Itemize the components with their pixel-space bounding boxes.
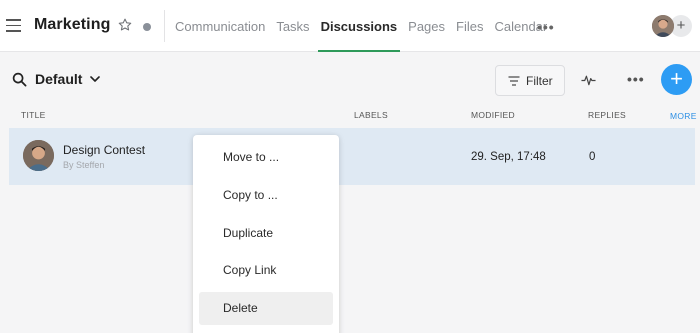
more-tabs-button[interactable]: ••• (537, 19, 555, 35)
menu-item-delete[interactable]: Delete (199, 292, 333, 325)
avatar (23, 140, 54, 171)
view-filter-selector[interactable]: Default (35, 71, 82, 87)
tab-tasks[interactable]: Tasks (276, 0, 309, 52)
workspace-title: Marketing (34, 16, 111, 33)
activity-pulse-icon[interactable] (581, 73, 596, 87)
tab-discussions[interactable]: Discussions (317, 0, 400, 52)
menu-item-copy-to[interactable]: Copy to ... (199, 179, 333, 212)
status-dot-icon (143, 23, 151, 31)
discussion-title[interactable]: Design Contest (63, 143, 145, 157)
add-discussion-button[interactable]: + (661, 64, 692, 95)
filter-button-label: Filter (526, 74, 553, 88)
column-header-replies[interactable]: REPLIES (588, 110, 626, 120)
column-header-modified[interactable]: MODIFIED (471, 110, 515, 120)
header-divider (164, 10, 165, 42)
column-header-title[interactable]: TITLE (21, 110, 46, 120)
tab-pages[interactable]: Pages (408, 0, 445, 52)
menu-item-move-to[interactable]: Move to ... (199, 141, 333, 174)
author-avatar-icon (23, 140, 54, 171)
discussion-modified: 29. Sep, 17:48 (471, 151, 546, 163)
hamburger-menu-icon[interactable] (6, 19, 21, 32)
avatar[interactable] (652, 15, 674, 37)
discussion-author: By Steffen (63, 160, 105, 170)
table-row[interactable]: Design Contest By Steffen 29. Sep, 17:48… (9, 128, 695, 185)
tab-files[interactable]: Files (456, 0, 483, 52)
user-avatar-icon (652, 15, 674, 37)
search-icon[interactable] (12, 72, 27, 87)
filter-button[interactable]: Filter (495, 65, 565, 96)
more-options-button[interactable]: ••• (627, 71, 645, 87)
section-tabs: Communication Tasks Discussions Pages Fi… (175, 0, 558, 52)
menu-item-duplicate[interactable]: Duplicate (199, 217, 333, 250)
tab-communication[interactable]: Communication (175, 0, 265, 52)
menu-item-copy-link[interactable]: Copy Link (199, 254, 333, 287)
star-icon[interactable] (117, 17, 133, 33)
context-menu: Move to ... Copy to ... Duplicate Copy L… (193, 135, 339, 333)
top-bar: Marketing Communication Tasks Discussion… (0, 0, 700, 52)
chevron-down-icon[interactable] (90, 75, 100, 83)
filter-lines-icon (508, 76, 520, 86)
column-more-link[interactable]: MORE (670, 111, 697, 121)
discussion-replies: 0 (589, 151, 596, 163)
column-header-labels[interactable]: LABELS (354, 110, 388, 120)
